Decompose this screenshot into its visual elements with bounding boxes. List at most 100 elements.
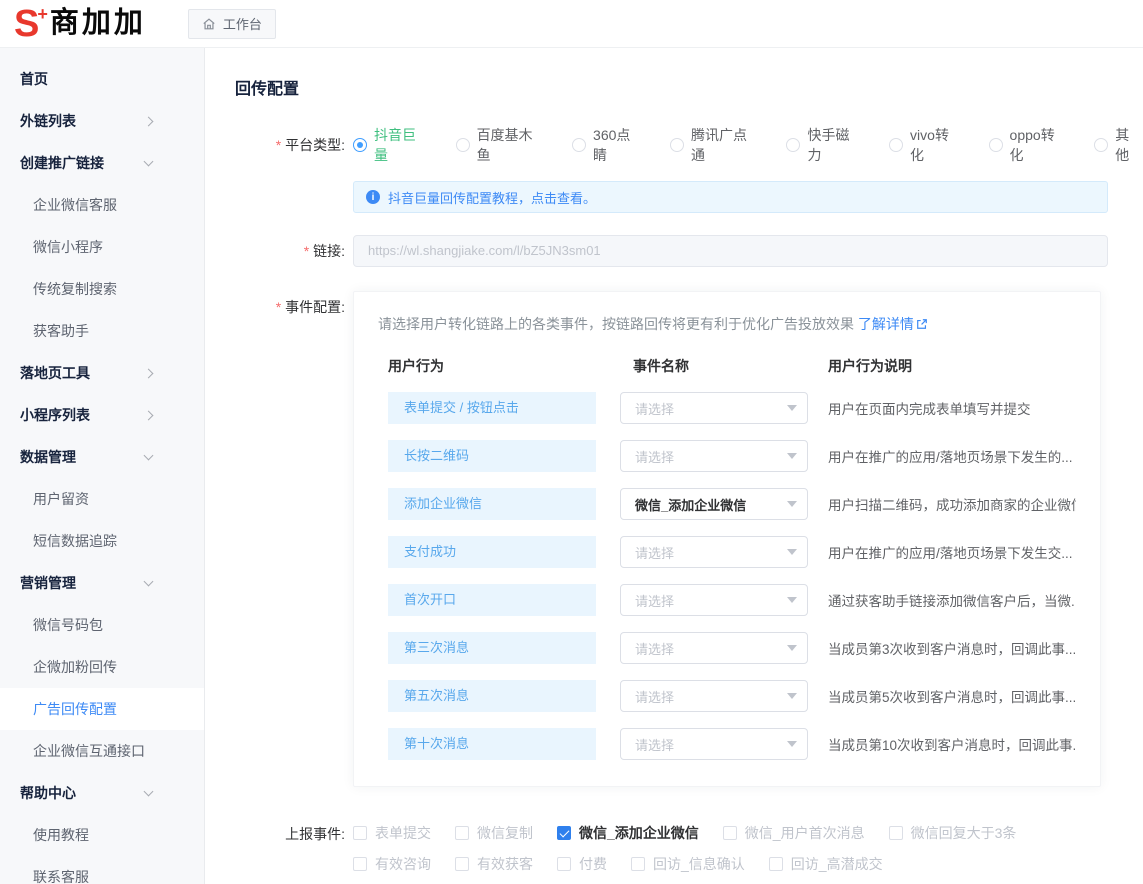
select-value: 请选择 — [635, 639, 674, 658]
report-event-checkbox[interactable]: 微信_用户首次消息 — [723, 823, 865, 843]
behavior-cell: 支付成功 — [388, 536, 596, 568]
checkbox-icon — [455, 857, 469, 871]
radio-label: 抖音巨量 — [374, 125, 430, 165]
report-event-checkbox[interactable]: 表单提交 — [353, 823, 431, 843]
sidebar-item-9[interactable]: 小程序列表 — [0, 394, 204, 436]
select-value: 请选择 — [635, 543, 674, 562]
report-event-checkbox[interactable]: 有效获客 — [455, 854, 533, 874]
sidebar-item-18[interactable]: 帮助中心 — [0, 772, 204, 814]
checkbox-icon — [631, 857, 645, 871]
checkbox-label: 表单提交 — [375, 823, 431, 843]
chevron-down-icon — [787, 549, 797, 555]
radio-label: 其他 — [1115, 125, 1143, 165]
chevron-down-icon — [787, 693, 797, 699]
report-event-checkbox[interactable]: 有效咨询 — [353, 854, 431, 874]
report-event-checkbox[interactable]: 付费 — [557, 854, 607, 874]
sidebar-item-1[interactable]: 首页 — [0, 58, 204, 100]
event-select[interactable]: 请选择 — [620, 632, 808, 664]
event-select[interactable]: 请选择 — [620, 728, 808, 760]
sidebar-item-5[interactable]: 微信小程序 — [0, 226, 204, 268]
link-label: 链接: — [235, 241, 345, 261]
behavior-description: 当成员第5次收到客户消息时，回调此事... — [828, 686, 1076, 706]
app-header: S+ 商加加 工作台 — [0, 0, 1143, 48]
checkbox-label: 微信复制 — [477, 823, 533, 843]
checkbox-icon — [353, 857, 367, 871]
behavior-cell: 长按二维码 — [388, 440, 596, 472]
report-event-checkbox[interactable]: 回访_信息确认 — [631, 854, 745, 874]
report-events-label: 上报事件: — [235, 823, 345, 844]
sidebar-item-20[interactable]: 联系客服 — [0, 856, 204, 884]
chevron-down-icon — [144, 576, 154, 586]
sidebar-item-label: 首页 — [20, 69, 48, 89]
select-value: 请选择 — [635, 687, 674, 706]
chevron-down-icon — [787, 597, 797, 603]
event-select[interactable]: 请选择 — [620, 392, 808, 424]
event-config-intro: 请选择用户转化链路上的各类事件，按链路回传将更有利于优化广告投放效果 了解详情 — [378, 314, 1076, 334]
sidebar-item-label: 创建推广链接 — [20, 153, 104, 173]
workbench-button[interactable]: 工作台 — [188, 9, 276, 39]
event-table-header: 用户行为 事件名称 用户行为说明 — [388, 356, 1076, 376]
report-event-checkbox[interactable]: 回访_高潜成交 — [769, 854, 883, 874]
sidebar-item-10[interactable]: 数据管理 — [0, 436, 204, 478]
checkbox-icon — [557, 857, 571, 871]
event-select[interactable]: 请选择 — [620, 680, 808, 712]
tutorial-banner[interactable]: 抖音巨量回传配置教程，点击查看。 — [353, 181, 1108, 213]
select-value: 微信_添加企业微信 — [635, 495, 746, 514]
sidebar-item-2[interactable]: 外链列表 — [0, 100, 204, 142]
platform-radio[interactable]: oppo转化 — [989, 125, 1069, 165]
workbench-label: 工作台 — [223, 14, 262, 33]
sidebar-item-7[interactable]: 获客助手 — [0, 310, 204, 352]
sidebar-item-14[interactable]: 微信号码包 — [0, 604, 204, 646]
link-input[interactable]: https://wl.shangjiake.com/l/bZ5JN3sm01 — [353, 235, 1108, 267]
sidebar-item-19[interactable]: 使用教程 — [0, 814, 204, 856]
sidebar-item-label: 微信小程序 — [33, 237, 103, 257]
behavior-cell: 第五次消息 — [388, 680, 596, 712]
event-select[interactable]: 请选择 — [620, 584, 808, 616]
report-events-line-2: 有效咨询 有效获客 付费 回访_信息确认 回访_高潜成交 — [353, 854, 1016, 874]
event-table-body: 表单提交 / 按钮点击 请选择 用户在页面内完成表单填写并提交 长按二维码 请选… — [388, 392, 1076, 760]
chevron-down-icon — [144, 450, 154, 460]
sidebar-item-label: 帮助中心 — [20, 783, 76, 803]
platform-radio[interactable]: vivo转化 — [889, 125, 963, 165]
report-event-checkbox[interactable]: 微信复制 — [455, 823, 533, 843]
behavior-description: 用户在推广的应用/落地页场景下发生的... — [828, 446, 1076, 466]
radio-icon — [572, 138, 586, 152]
sidebar-item-11[interactable]: 用户留资 — [0, 478, 204, 520]
sidebar-item-3[interactable]: 创建推广链接 — [0, 142, 204, 184]
sidebar-item-4[interactable]: 企业微信客服 — [0, 184, 204, 226]
behavior-cell: 添加企业微信 — [388, 488, 596, 520]
chevron-down-icon — [144, 156, 154, 166]
sidebar-item-13[interactable]: 营销管理 — [0, 562, 204, 604]
sidebar-item-17[interactable]: 企业微信互通接口 — [0, 730, 204, 772]
platform-radio[interactable]: 360点睛 — [572, 125, 644, 165]
platform-radio[interactable]: 腾讯广点通 — [670, 125, 760, 165]
checkbox-label: 回访_高潜成交 — [791, 854, 883, 874]
report-event-checkbox[interactable]: 微信回复大于3条 — [889, 823, 1017, 843]
behavior-description: 当成员第10次收到客户消息时，回调此事... — [828, 734, 1076, 754]
event-select[interactable]: 请选择 — [620, 440, 808, 472]
report-event-checkbox[interactable]: 微信_添加企业微信 — [557, 823, 699, 843]
chevron-down-icon — [787, 453, 797, 459]
sidebar-item-16[interactable]: 广告回传配置 — [0, 688, 204, 730]
sidebar-item-6[interactable]: 传统复制搜索 — [0, 268, 204, 310]
sidebar-item-15[interactable]: 企微加粉回传 — [0, 646, 204, 688]
checkbox-label: 有效获客 — [477, 854, 533, 874]
event-table: 用户行为 事件名称 用户行为说明 表单提交 / 按钮点击 请选择 用户在页面内完… — [388, 356, 1076, 760]
sidebar-item-12[interactable]: 短信数据追踪 — [0, 520, 204, 562]
radio-icon — [670, 138, 684, 152]
sidebar-item-label: 数据管理 — [20, 447, 76, 467]
sidebar-item-8[interactable]: 落地页工具 — [0, 352, 204, 394]
event-select[interactable]: 请选择 — [620, 536, 808, 568]
platform-radio[interactable]: 快手磁力 — [786, 125, 863, 165]
learn-more-link[interactable]: 了解详情 — [858, 316, 928, 332]
behavior-cell: 表单提交 / 按钮点击 — [388, 392, 596, 424]
sidebar-item-label: 使用教程 — [33, 825, 89, 845]
platform-radio[interactable]: 其他 — [1094, 125, 1143, 165]
event-config-panel: 请选择用户转化链路上的各类事件，按链路回传将更有利于优化广告投放效果 了解详情 … — [353, 291, 1101, 787]
page-title: 回传配置 — [235, 75, 1143, 99]
platform-radio[interactable]: 抖音巨量 — [353, 125, 430, 165]
event-select[interactable]: 微信_添加企业微信 — [620, 488, 808, 520]
platform-radio[interactable]: 百度基木鱼 — [456, 125, 546, 165]
select-value: 请选择 — [635, 735, 674, 754]
platform-radio-group: 抖音巨量 百度基木鱼 360点睛 腾讯广点通 快手磁力 vivo转化 oppo转… — [353, 125, 1143, 165]
